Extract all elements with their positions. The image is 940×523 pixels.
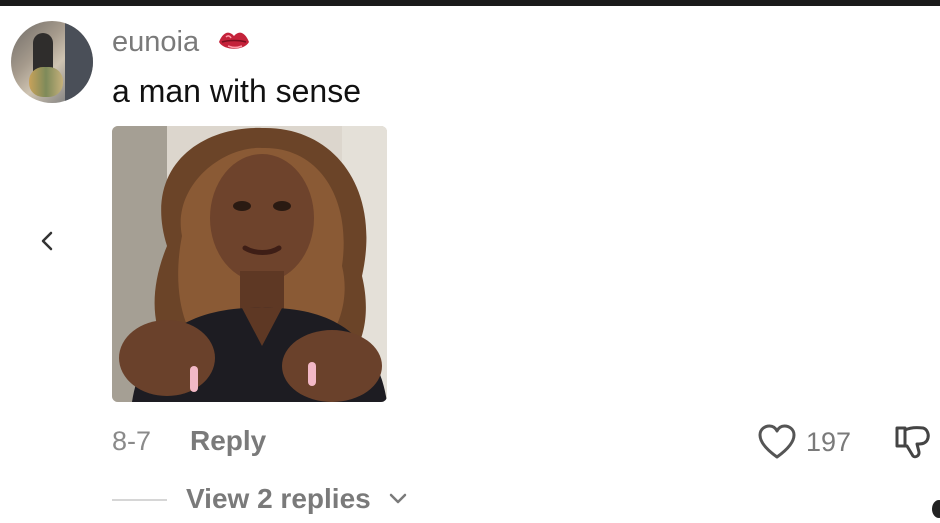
lips-kiss-icon: [219, 32, 249, 49]
reply-button[interactable]: Reply: [190, 425, 266, 457]
comment-text: a man with sense: [112, 73, 362, 109]
view-replies-button[interactable]: View 2 replies: [186, 483, 371, 515]
avatar[interactable]: [11, 21, 93, 103]
chevron-down-icon[interactable]: [388, 491, 408, 507]
comment-date: 8-7: [112, 426, 152, 456]
like-count: 197: [806, 427, 852, 457]
heart-icon[interactable]: [757, 423, 797, 461]
comment-username[interactable]: eunoia: [112, 25, 199, 59]
comment-photo[interactable]: [112, 126, 387, 402]
chevron-left-icon[interactable]: [38, 229, 56, 253]
replies-divider: [112, 499, 167, 501]
photo-illustration: [112, 126, 387, 402]
top-status-bar: [0, 0, 940, 6]
scroll-indicator: [932, 500, 940, 518]
thumbs-down-icon[interactable]: [893, 422, 933, 462]
